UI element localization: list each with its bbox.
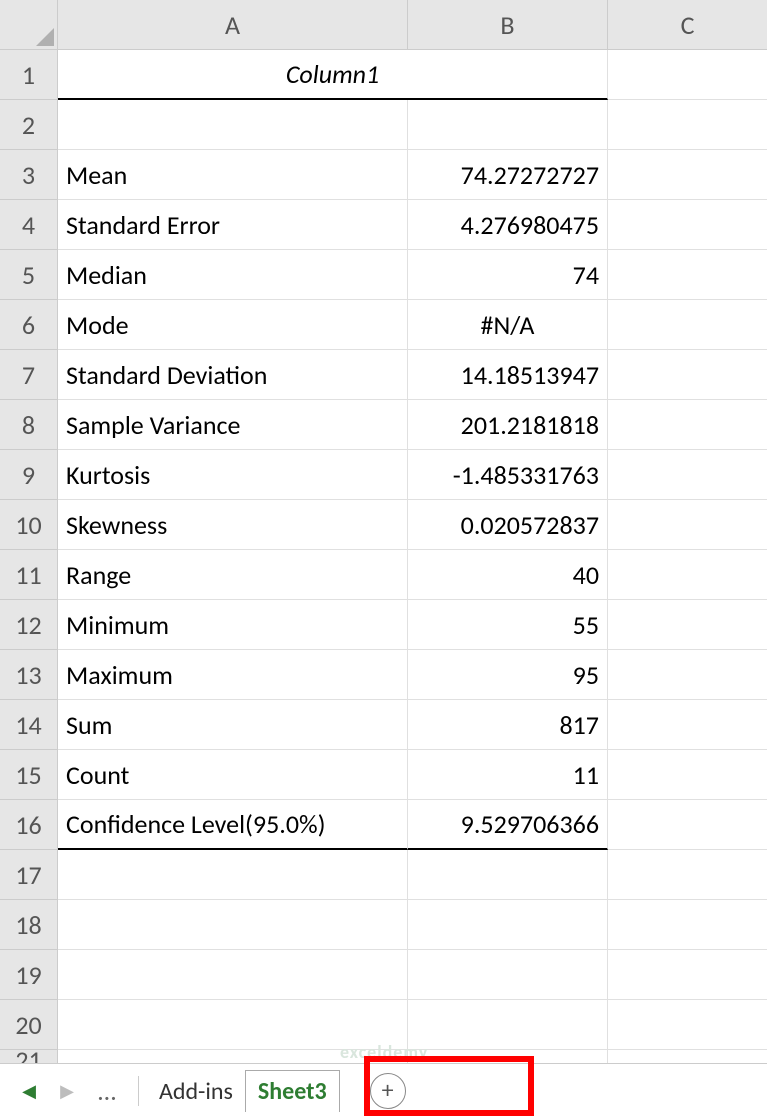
- empty-cell[interactable]: [608, 600, 767, 650]
- stat-value[interactable]: 4.276980475: [408, 200, 608, 250]
- stat-label[interactable]: Confidence Level(95.0%): [58, 800, 408, 850]
- empty-cell[interactable]: [608, 300, 767, 350]
- stat-value[interactable]: 817: [408, 700, 608, 750]
- empty-cell[interactable]: [608, 250, 767, 300]
- stat-value[interactable]: 0.020572837: [408, 500, 608, 550]
- empty-cell[interactable]: [408, 850, 608, 900]
- row-header[interactable]: 2: [0, 100, 58, 150]
- row-header[interactable]: 15: [0, 750, 58, 800]
- stat-label[interactable]: Mean: [58, 150, 408, 200]
- row-header[interactable]: 16: [0, 800, 58, 850]
- column-header-b[interactable]: B: [408, 0, 608, 50]
- tab-sheet3[interactable]: Sheet3: [245, 1070, 340, 1112]
- stat-value[interactable]: 74.27272727: [408, 150, 608, 200]
- empty-cell[interactable]: [608, 800, 767, 850]
- row-header[interactable]: 1: [0, 50, 58, 100]
- empty-cell[interactable]: [608, 900, 767, 950]
- stat-value[interactable]: -1.485331763: [408, 450, 608, 500]
- row-header[interactable]: 10: [0, 500, 58, 550]
- row-header[interactable]: 17: [0, 850, 58, 900]
- empty-cell[interactable]: [408, 900, 608, 950]
- empty-cell[interactable]: [608, 100, 767, 150]
- row-header[interactable]: 12: [0, 600, 58, 650]
- empty-cell[interactable]: [608, 650, 767, 700]
- tab-add-ins[interactable]: Add-ins: [147, 1071, 245, 1112]
- row-header[interactable]: 4: [0, 200, 58, 250]
- empty-cell[interactable]: [408, 1000, 608, 1050]
- stat-label[interactable]: Kurtosis: [58, 450, 408, 500]
- empty-cell[interactable]: [608, 450, 767, 500]
- stat-label[interactable]: Standard Error: [58, 200, 408, 250]
- empty-cell[interactable]: [58, 100, 408, 150]
- empty-cell[interactable]: [608, 150, 767, 200]
- row-header[interactable]: 8: [0, 400, 58, 450]
- empty-cell[interactable]: [608, 200, 767, 250]
- row-header[interactable]: 11: [0, 550, 58, 600]
- empty-cell[interactable]: [608, 350, 767, 400]
- stat-value[interactable]: 40: [408, 550, 608, 600]
- divider: [138, 1076, 139, 1106]
- empty-cell[interactable]: [608, 750, 767, 800]
- stat-value[interactable]: 9.529706366: [408, 800, 608, 850]
- empty-cell[interactable]: [408, 950, 608, 1000]
- stat-value[interactable]: 201.2181818: [408, 400, 608, 450]
- row-header[interactable]: 9: [0, 450, 58, 500]
- stat-label[interactable]: Sum: [58, 700, 408, 750]
- sheet-tab-bar: ◀ ▶ … Add-ins Sheet3 +: [0, 1063, 767, 1118]
- row-header[interactable]: 19: [0, 950, 58, 1000]
- sheets-overflow-icon[interactable]: …: [98, 1075, 118, 1107]
- empty-cell[interactable]: [608, 500, 767, 550]
- stat-value[interactable]: 74: [408, 250, 608, 300]
- new-sheet-button[interactable]: +: [370, 1073, 406, 1109]
- stat-label[interactable]: Minimum: [58, 600, 408, 650]
- spreadsheet-grid: A B C 1 Column1 2 3 Mean 74.27272727 4 S…: [0, 0, 767, 1100]
- prev-sheet-icon[interactable]: ◀: [16, 1080, 42, 1102]
- empty-cell[interactable]: [58, 900, 408, 950]
- stat-label[interactable]: Median: [58, 250, 408, 300]
- row-header[interactable]: 20: [0, 1000, 58, 1050]
- row-header[interactable]: 7: [0, 350, 58, 400]
- stat-label[interactable]: Sample Variance: [58, 400, 408, 450]
- column-header-a[interactable]: A: [58, 0, 408, 50]
- stat-label[interactable]: Skewness: [58, 500, 408, 550]
- empty-cell[interactable]: [608, 950, 767, 1000]
- row-header[interactable]: 18: [0, 900, 58, 950]
- title-cell[interactable]: Column1: [58, 50, 608, 100]
- empty-cell[interactable]: [608, 50, 767, 100]
- select-all-corner[interactable]: [0, 0, 58, 50]
- empty-cell[interactable]: [408, 100, 608, 150]
- stat-label[interactable]: Mode: [58, 300, 408, 350]
- stat-value[interactable]: 14.18513947: [408, 350, 608, 400]
- plus-icon: +: [382, 1079, 394, 1103]
- stat-label[interactable]: Standard Deviation: [58, 350, 408, 400]
- row-header[interactable]: 14: [0, 700, 58, 750]
- row-header[interactable]: 5: [0, 250, 58, 300]
- stat-label[interactable]: Maximum: [58, 650, 408, 700]
- row-header[interactable]: 3: [0, 150, 58, 200]
- empty-cell[interactable]: [608, 550, 767, 600]
- stat-label[interactable]: Count: [58, 750, 408, 800]
- empty-cell[interactable]: [58, 850, 408, 900]
- empty-cell[interactable]: [58, 1000, 408, 1050]
- empty-cell[interactable]: [58, 950, 408, 1000]
- empty-cell[interactable]: [608, 1000, 767, 1050]
- row-header[interactable]: 6: [0, 300, 58, 350]
- row-header[interactable]: 13: [0, 650, 58, 700]
- column-header-c[interactable]: C: [608, 0, 767, 50]
- empty-cell[interactable]: [608, 850, 767, 900]
- stat-value[interactable]: 95: [408, 650, 608, 700]
- next-sheet-icon[interactable]: ▶: [54, 1080, 80, 1102]
- stat-label[interactable]: Range: [58, 550, 408, 600]
- stat-value[interactable]: 11: [408, 750, 608, 800]
- stat-value[interactable]: #N/A: [408, 300, 608, 350]
- empty-cell[interactable]: [608, 400, 767, 450]
- stat-value[interactable]: 55: [408, 600, 608, 650]
- empty-cell[interactable]: [608, 700, 767, 750]
